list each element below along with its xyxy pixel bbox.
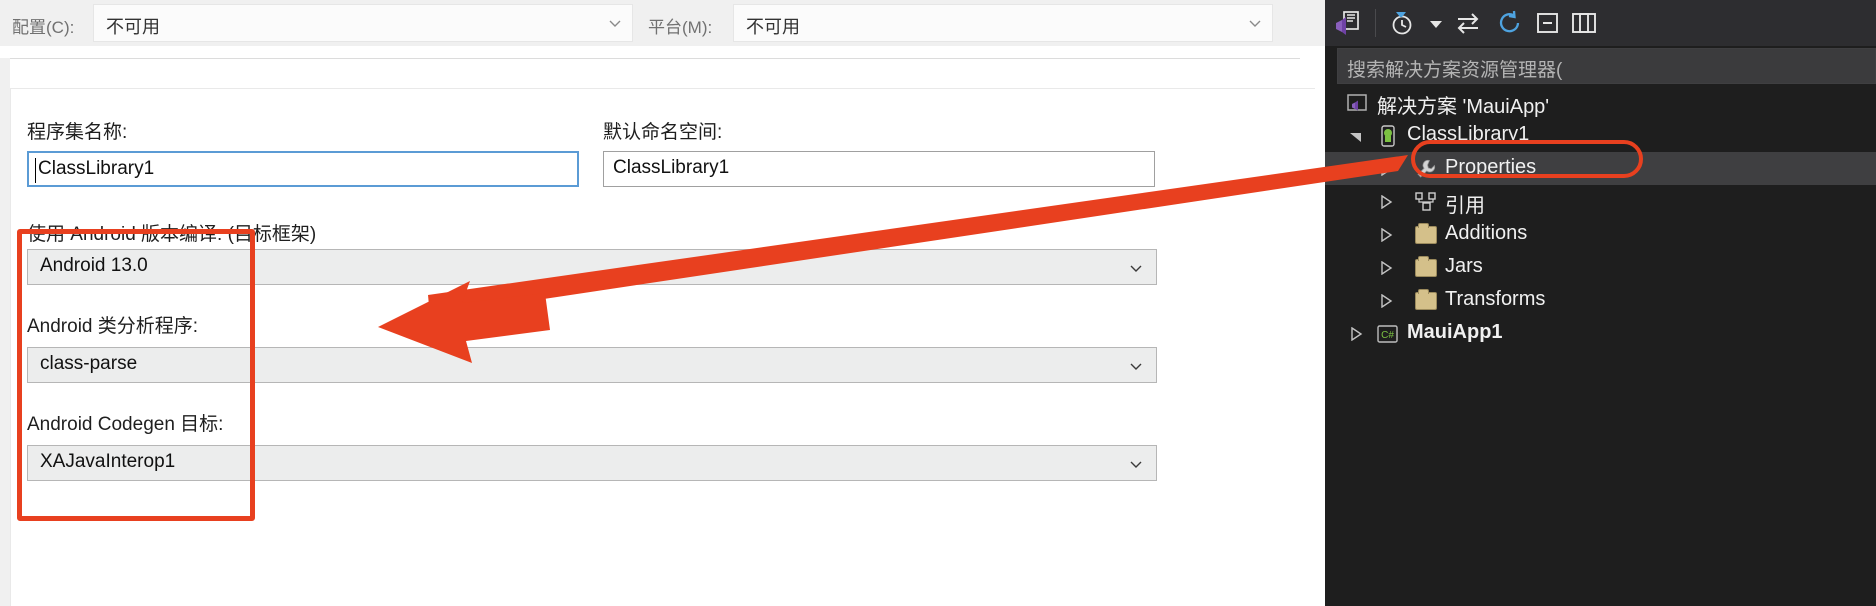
tree-item-label: 引用 xyxy=(1445,195,1485,217)
solution-explorer-toolbar xyxy=(1325,0,1876,46)
screenshot-root: 配置(C): 不可用 平台(M): 不可用 程序集名称: ClassLibrar… xyxy=(0,0,1876,606)
references-icon xyxy=(1415,192,1436,211)
tree-item-additions[interactable]: Additions xyxy=(1325,218,1876,251)
assembly-name-input[interactable]: ClassLibrary1 xyxy=(27,151,579,187)
chevron-collapsed-icon[interactable] xyxy=(1379,162,1393,176)
toolbar-divider xyxy=(1375,9,1376,37)
default-namespace-input[interactable]: ClassLibrary1 xyxy=(603,151,1155,187)
solution-explorer-search-input[interactable]: 搜索解决方案资源管理器( xyxy=(1337,48,1876,84)
chevron-down-icon xyxy=(1130,265,1142,272)
tree-item-solution[interactable]: 解决方案 'MauiApp' xyxy=(1325,86,1876,119)
search-placeholder: 搜索解决方案资源管理器( xyxy=(1347,60,1563,81)
project-properties-pane: 配置(C): 不可用 平台(M): 不可用 程序集名称: ClassLibrar… xyxy=(0,0,1325,606)
tree-item-mauiapp1[interactable]: C# MauiApp1 xyxy=(1325,317,1876,350)
svg-text:C#: C# xyxy=(1381,330,1394,341)
tree-item-label: 解决方案 'MauiApp' xyxy=(1377,96,1550,118)
configuration-combobox[interactable]: 不可用 xyxy=(93,4,633,42)
tree-item-label: MauiApp1 xyxy=(1407,321,1503,343)
show-all-files-icon[interactable] xyxy=(1569,8,1599,38)
assembly-name-value: ClassLibrary1 xyxy=(38,158,155,179)
sync-with-active-document-icon[interactable] xyxy=(1453,8,1483,38)
codegen-target-combobox[interactable]: XAJavaInterop1 xyxy=(27,445,1157,481)
platform-value: 不可用 xyxy=(746,17,800,37)
csharp-project-icon: C# xyxy=(1377,325,1398,343)
target-framework-value: Android 13.0 xyxy=(40,255,148,276)
chevron-down-icon xyxy=(1249,20,1261,27)
solution-icon xyxy=(1347,94,1367,111)
dropdown-arrow-icon[interactable] xyxy=(1421,8,1451,38)
config-platform-toolbar: 配置(C): 不可用 平台(M): 不可用 xyxy=(0,0,1325,46)
chevron-down-icon xyxy=(609,20,621,27)
class-parser-value: class-parse xyxy=(40,353,138,374)
configuration-label: 配置(C): xyxy=(12,18,75,37)
tree-item-label: ClassLibrary1 xyxy=(1407,123,1530,145)
chevron-collapsed-icon[interactable] xyxy=(1379,228,1393,242)
wrench-icon xyxy=(1417,159,1436,178)
platform-label: 平台(M): xyxy=(648,18,713,37)
chevron-down-icon xyxy=(1130,363,1142,370)
text-caret xyxy=(35,158,36,183)
configuration-value: 不可用 xyxy=(106,17,160,37)
codegen-target-value: XAJavaInterop1 xyxy=(40,451,176,472)
chevron-collapsed-icon[interactable] xyxy=(1379,261,1393,275)
toolbar-separator xyxy=(10,58,1300,59)
android-project-icon xyxy=(1381,125,1395,147)
left-gutter xyxy=(0,58,10,606)
tree-item-classlibrary1[interactable]: ClassLibrary1 xyxy=(1325,119,1876,152)
solution-explorer-tree: 解决方案 'MauiApp' ClassLibrary1 Properties … xyxy=(1325,86,1876,606)
chevron-expanded-icon[interactable] xyxy=(1349,129,1363,143)
tree-item-jars[interactable]: Jars xyxy=(1325,251,1876,284)
chevron-collapsed-icon[interactable] xyxy=(1379,195,1393,209)
folder-icon xyxy=(1415,223,1437,244)
default-namespace-value: ClassLibrary1 xyxy=(613,157,730,178)
target-framework-combobox[interactable]: Android 13.0 xyxy=(27,249,1157,285)
tree-item-references[interactable]: 引用 xyxy=(1325,185,1876,218)
folder-icon xyxy=(1415,256,1437,277)
vs-home-icon[interactable] xyxy=(1333,8,1363,38)
platform-combobox[interactable]: 不可用 xyxy=(733,4,1273,42)
collapse-all-icon[interactable] xyxy=(1533,8,1563,38)
tree-item-label: Jars xyxy=(1445,255,1483,277)
tree-item-label: Transforms xyxy=(1445,288,1546,310)
tree-item-properties[interactable]: Properties xyxy=(1325,152,1876,185)
refresh-icon[interactable] xyxy=(1495,8,1525,38)
chevron-down-icon xyxy=(1130,461,1142,468)
folder-icon xyxy=(1415,289,1437,310)
solution-explorer-pane: 搜索解决方案资源管理器( 解决方案 'MauiApp' ClassLibrary… xyxy=(1325,0,1876,606)
tree-item-transforms[interactable]: Transforms xyxy=(1325,284,1876,317)
class-parser-combobox[interactable]: class-parse xyxy=(27,347,1157,383)
codegen-target-label: Android Codegen 目标: xyxy=(27,414,224,435)
assembly-name-label: 程序集名称: xyxy=(27,122,128,143)
target-framework-label: 使用 Android 版本编译: (目标框架) xyxy=(27,224,317,245)
chevron-collapsed-icon[interactable] xyxy=(1379,294,1393,308)
properties-form: 程序集名称: ClassLibrary1 默认命名空间: ClassLibrar… xyxy=(10,88,1315,606)
chevron-collapsed-icon[interactable] xyxy=(1349,327,1363,341)
class-parser-label: Android 类分析程序: xyxy=(27,316,199,337)
pending-changes-clock-icon[interactable] xyxy=(1387,8,1417,38)
tree-item-label: Additions xyxy=(1445,222,1528,244)
tree-item-label: Properties xyxy=(1445,156,1537,178)
default-namespace-label: 默认命名空间: xyxy=(603,122,723,143)
